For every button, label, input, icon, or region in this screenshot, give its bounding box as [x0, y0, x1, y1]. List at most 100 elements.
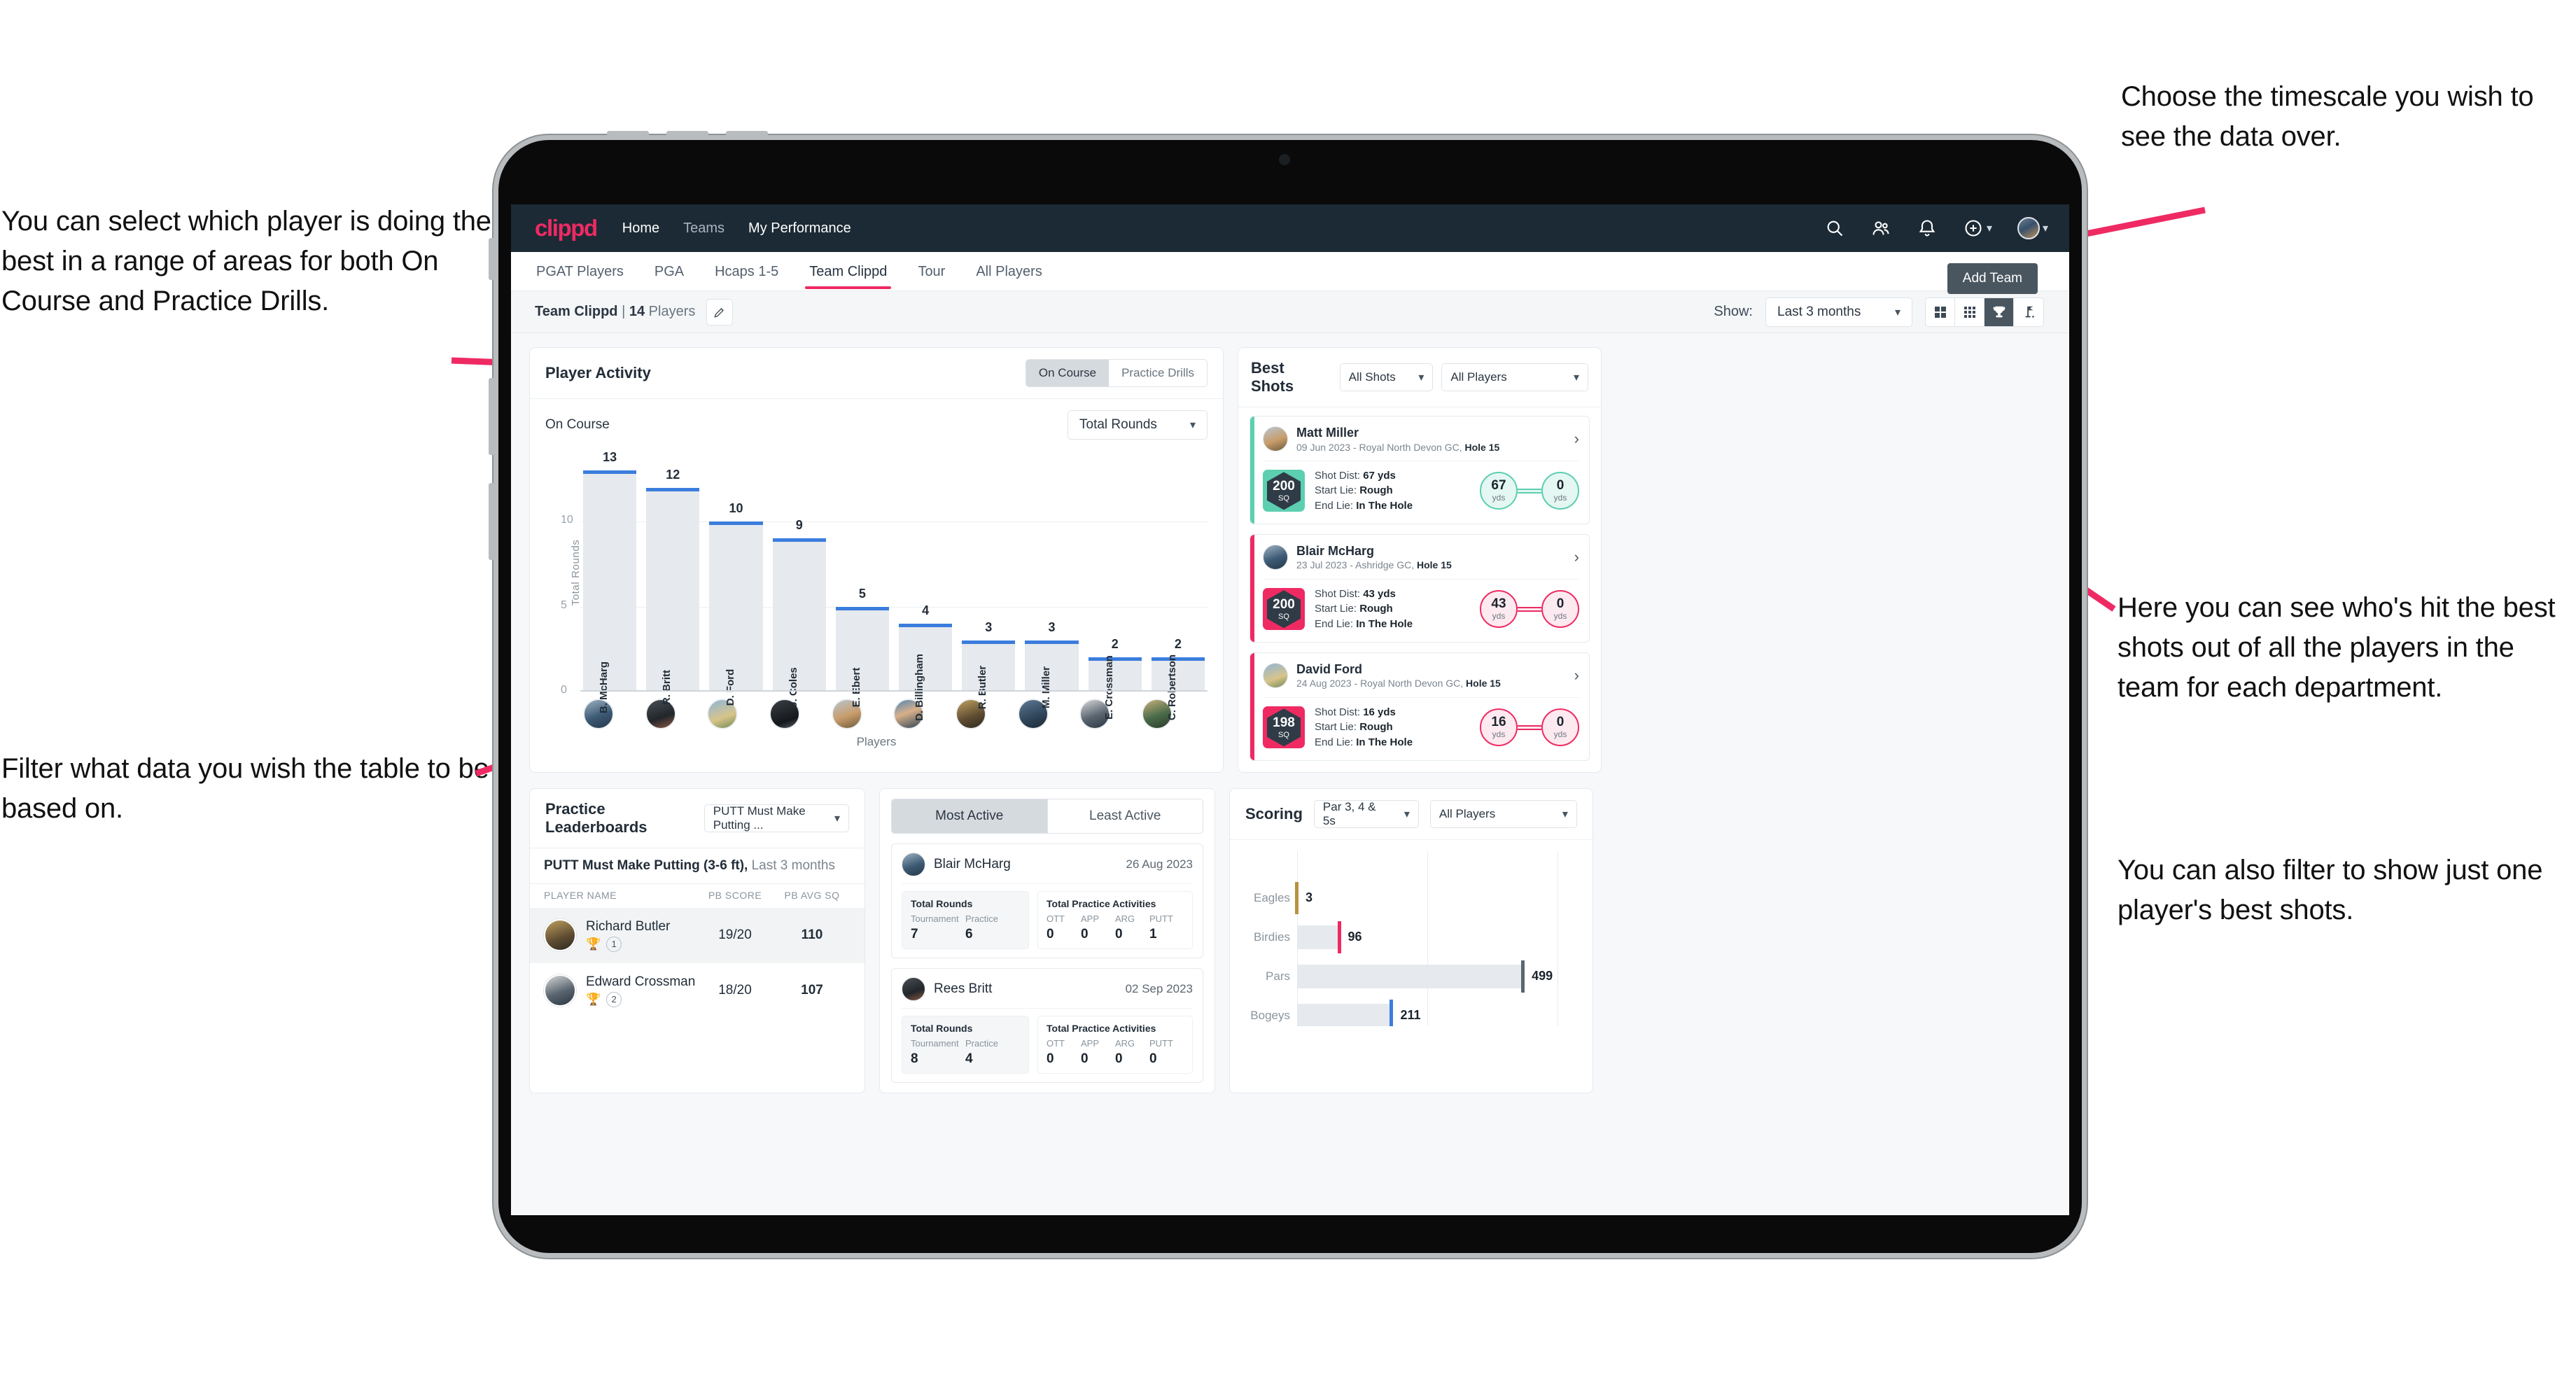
chart-y-tick: 10	[561, 514, 573, 526]
chart-bar-column[interactable]: 2 C. Robertson	[1151, 454, 1205, 720]
nav-link-my-performance[interactable]: My Performance	[748, 220, 851, 237]
edit-team-button[interactable]	[706, 298, 734, 326]
scoring-row[interactable]: Birdies 96	[1242, 920, 1580, 953]
player-avatar[interactable]	[902, 852, 925, 876]
people-icon[interactable]	[1870, 218, 1891, 239]
activity-player-card[interactable]: Blair McHarg 26 Aug 2023 Total Rounds Tourn…	[891, 843, 1203, 958]
scoring-row[interactable]: Eagles 3	[1242, 881, 1580, 914]
user-menu[interactable]: ▾	[2017, 217, 2048, 239]
chart-bar[interactable]: C. Robertson	[1151, 654, 1205, 720]
tab-team-clippd[interactable]: Team Clippd	[805, 254, 892, 289]
best-shot-card[interactable]: Matt Miller 09 Jun 2023 - Royal North Dev…	[1250, 416, 1590, 524]
clippd-logo[interactable]: clippd	[535, 215, 598, 241]
chart-baseline	[580, 690, 1208, 692]
chart-bar-column[interactable]: 3 R. Butler	[962, 454, 1016, 709]
chevron-right-icon[interactable]: ›	[1574, 430, 1579, 448]
tab-pgat-players[interactable]: PGAT Players	[535, 254, 625, 288]
chart-bar-column[interactable]: 2 E. Crossman	[1088, 454, 1142, 720]
tablet-button-3	[726, 131, 768, 140]
chevron-down-icon: ▾	[834, 812, 840, 825]
segment-on-course[interactable]: On Course	[1026, 360, 1110, 386]
chart-bar-cap	[583, 470, 637, 475]
chart-bar-column[interactable]: 4 D. Billingham	[899, 454, 953, 721]
chart-bar[interactable]: J. Coles	[772, 538, 826, 708]
rank-badge: 2	[606, 991, 622, 1007]
app-value: 0	[1081, 1051, 1088, 1066]
scoring-row[interactable]: Pars 499	[1242, 960, 1580, 993]
chart-bar[interactable]: D. Ford	[709, 522, 763, 706]
add-menu[interactable]: ▾	[1963, 218, 1992, 239]
user-avatar[interactable]	[2017, 217, 2040, 239]
practice-leaderboards-subtitle: PUTT Must Make Putting (3-6 ft), Last 3 …	[530, 848, 864, 883]
trophy-icon: 🏆	[586, 992, 601, 1006]
scoring-par-select[interactable]: Par 3, 4 & 5s ▾	[1313, 799, 1419, 828]
shot-quality-badge: 198 SQ	[1263, 706, 1305, 749]
chart-bar-cap	[772, 538, 826, 542]
chart-bar[interactable]: D. Billingham	[899, 623, 953, 721]
player-avatar[interactable]	[544, 919, 576, 952]
shot-accent-bar	[1250, 416, 1254, 524]
best-shots-player-filter[interactable]: All Players ▾	[1441, 363, 1588, 391]
player-avatar[interactable]	[1263, 663, 1288, 689]
tab-most-active[interactable]: Most Active	[891, 798, 1048, 834]
shot-meta: 24 Aug 2023 - Royal North Devon GC, Hole…	[1296, 678, 1501, 690]
scoring-row[interactable]: Bogeys 211	[1242, 999, 1580, 1026]
chart-bar-value: 10	[729, 501, 743, 516]
leaderboard-row[interactable]: Richard Butler 🏆 1 19/20 110	[530, 907, 864, 963]
shot-hole: Hole 15	[1417, 559, 1452, 571]
chart-bar[interactable]: R. Butler	[962, 640, 1016, 709]
best-shots-shot-filter[interactable]: All Shots ▾	[1339, 363, 1434, 391]
tab-pga[interactable]: PGA	[653, 254, 685, 288]
scoring-player-select[interactable]: All Players ▾	[1429, 799, 1577, 828]
player-avatar[interactable]	[544, 974, 576, 1007]
player-avatar[interactable]	[1263, 545, 1288, 570]
drill-select[interactable]: PUTT Must Make Putting ... ▾	[704, 804, 849, 832]
player-avatar[interactable]	[1263, 426, 1288, 452]
best-shot-card[interactable]: Blair McHarg 23 Jul 2023 - Ashridge GC, H…	[1250, 533, 1590, 643]
tab-all-players[interactable]: All Players	[974, 254, 1043, 288]
view-mode-trophy[interactable]	[1984, 298, 2014, 326]
segment-practice-drills[interactable]: Practice Drills	[1109, 360, 1207, 386]
chevron-right-icon[interactable]: ›	[1574, 666, 1579, 685]
chart-bar-column[interactable]: 10 D. Ford	[709, 454, 763, 706]
chart-bar[interactable]: B. McHarg	[583, 470, 637, 713]
chart-bar[interactable]: M. Miller	[1025, 640, 1079, 708]
chart-bar-column[interactable]: 5 E. Ebert	[835, 454, 890, 707]
scoring-bar-cap	[1294, 881, 1298, 914]
leaderboard-row[interactable]: Edward Crossman 🏆 2 18/20 107	[530, 963, 864, 1018]
chart-y-tick: 0	[561, 684, 567, 696]
chart-bar[interactable]: E. Ebert	[835, 606, 890, 707]
chart-bar[interactable]: R. Britt	[646, 487, 700, 705]
chart-bar-column[interactable]: 12 R. Britt	[646, 454, 700, 705]
end-distance-unit: yds	[1553, 729, 1567, 740]
shot-hole: Hole 15	[1464, 441, 1500, 453]
chart-bar-value: 3	[985, 620, 993, 635]
best-shot-card[interactable]: David Ford 24 Aug 2023 - Royal North Devo…	[1250, 652, 1590, 761]
player-activity-card: Player Activity On Course Practice Drill…	[529, 347, 1224, 773]
putt-value: 0	[1149, 1051, 1157, 1066]
tab-hcaps-1-5[interactable]: Hcaps 1-5	[713, 254, 780, 288]
tab-least-active[interactable]: Least Active	[1047, 798, 1203, 834]
player-avatar[interactable]	[902, 976, 925, 1001]
scoring-chart: Eagles 3 Birdies 96 Pars 499 Bogeys 211	[1242, 850, 1580, 1026]
tab-tour[interactable]: Tour	[916, 254, 946, 288]
chart-bar-column[interactable]: 9 J. Coles	[772, 454, 826, 708]
timescale-select[interactable]: Last 3 months ▾	[1765, 297, 1912, 327]
chevron-right-icon[interactable]: ›	[1574, 548, 1579, 566]
bell-icon[interactable]	[1917, 218, 1938, 239]
nav-link-home[interactable]: Home	[622, 220, 659, 237]
activity-player-card[interactable]: Rees Britt 02 Sep 2023 Total Rounds Tournam…	[891, 967, 1203, 1083]
view-mode-golf-flag[interactable]	[2014, 298, 2043, 326]
tournament-value: 8	[911, 1051, 918, 1066]
chart-bar-column[interactable]: 3 M. Miller	[1025, 454, 1079, 708]
nav-link-teams[interactable]: Teams	[683, 220, 724, 237]
chart-bar-column[interactable]: 13 B. McHarg	[583, 450, 637, 713]
search-icon[interactable]	[1824, 218, 1845, 239]
chart-bar[interactable]: E. Crossman	[1088, 655, 1142, 720]
metric-select[interactable]: Total Rounds ▾	[1068, 410, 1208, 440]
practice-label: Practice	[965, 1037, 998, 1049]
golf-flag-icon	[2025, 306, 2034, 318]
view-mode-grid-3x3[interactable]	[1955, 298, 1984, 326]
view-mode-grid-2x2[interactable]	[1926, 298, 1955, 326]
plus-circle-icon[interactable]	[1963, 218, 1984, 239]
